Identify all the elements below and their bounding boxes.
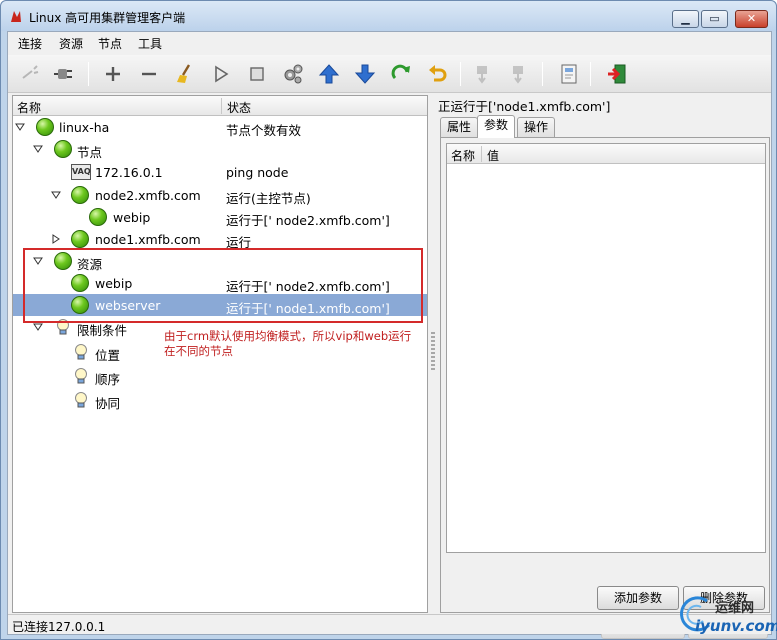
status-ok-icon <box>89 208 107 226</box>
param-name-column[interactable]: 名称 <box>451 147 475 164</box>
lightbulb-icon <box>75 392 87 408</box>
tab-bar: 属性 参数 操作 <box>440 115 770 138</box>
expand-arrow-icon[interactable] <box>51 234 61 244</box>
tree-item-label: node1.xmfb.com <box>95 232 201 247</box>
tree-row-nodes[interactable]: 节点 <box>13 138 427 160</box>
tree-item-label: 172.16.0.1 <box>95 165 163 180</box>
tree-item-status: 运行(主控节点) <box>226 191 311 206</box>
running-on-label: 正运行于['node1.xmfb.com'] <box>438 99 611 114</box>
ping-node-icon: VAQ <box>71 164 91 180</box>
move-down-icon[interactable] <box>352 61 378 87</box>
parameters-panel: 名称 值 添加参数 删除参数 <box>440 137 770 613</box>
tab-operations[interactable]: 操作 <box>517 117 556 137</box>
tree-row-node1[interactable]: node1.xmfb.com 运行 <box>13 228 427 250</box>
lightbulb-icon <box>75 344 87 360</box>
column-status-header[interactable]: 状态 <box>227 99 251 116</box>
maximize-icon: ▭ <box>709 12 720 25</box>
close-button[interactable]: ✕ <box>735 10 768 28</box>
refresh-icon[interactable] <box>388 61 414 87</box>
tree-row-colocation[interactable]: 协同 <box>13 389 427 411</box>
tree-item-label: linux-ha <box>59 120 110 135</box>
collapse-arrow-icon[interactable] <box>33 322 43 332</box>
standby-icon[interactable] <box>470 61 496 87</box>
lightbulb-icon <box>75 368 87 384</box>
collapse-arrow-icon[interactable] <box>15 122 25 132</box>
tree-item-label: 节点 <box>77 145 103 160</box>
tree-item-label: 顺序 <box>95 372 121 387</box>
tree-item-label: 位置 <box>95 348 121 363</box>
window-title: Linux 高可用集群管理客户端 <box>29 11 186 25</box>
tree-row-node2-webip[interactable]: webip 运行于[' node2.xmfb.com'] <box>13 206 427 228</box>
close-icon: ✕ <box>746 12 757 25</box>
tab-parameters[interactable]: 参数 <box>477 115 516 138</box>
collapse-arrow-icon[interactable] <box>51 190 61 200</box>
watermark-domain: iyunv.com <box>695 617 777 635</box>
tree-item-status: 运行于[' node2.xmfb.com'] <box>226 213 390 228</box>
tree-item-status: 节点个数有效 <box>226 123 302 138</box>
status-ok-icon <box>36 118 54 136</box>
menu-bar: 连接 资源 节点 工具 <box>8 32 771 54</box>
column-name-header[interactable]: 名称 <box>17 99 41 116</box>
tree-item-label: 协同 <box>95 396 121 411</box>
exit-icon[interactable] <box>604 61 630 87</box>
app-window: Linux 高可用集群管理客户端 ▁ ▭ ✕ 连接 资源 节点 工具 名称 状态… <box>0 0 777 640</box>
param-value-column[interactable]: 值 <box>487 147 499 164</box>
menu-resources[interactable]: 资源 <box>59 35 83 52</box>
annotation-line-1: 由于crm默认使用均衡模式，所以vip和web运行 <box>164 329 412 343</box>
start-icon[interactable] <box>208 61 234 87</box>
tree-item-label: node2.xmfb.com <box>95 188 201 203</box>
menu-nodes[interactable]: 节点 <box>98 35 122 52</box>
connection-status: 已连接127.0.0.1 <box>12 620 106 634</box>
view-xml-icon[interactable] <box>556 61 582 87</box>
tree-row-order[interactable]: 顺序 <box>13 365 427 387</box>
title-bar[interactable]: Linux 高可用集群管理客户端 ▁ ▭ ✕ <box>1 1 776 31</box>
status-ok-icon <box>71 230 89 248</box>
parameters-table-header: 名称 值 <box>447 144 765 164</box>
remove-icon[interactable] <box>136 61 162 87</box>
highlight-box <box>23 248 423 323</box>
app-logo-icon <box>11 11 21 22</box>
toolbar <box>8 55 771 93</box>
status-ok-icon <box>54 140 72 158</box>
tree-item-status: ping node <box>226 165 289 180</box>
add-icon[interactable] <box>100 61 126 87</box>
collapse-arrow-icon[interactable] <box>33 144 43 154</box>
active-icon[interactable] <box>506 61 532 87</box>
cleanup-broom-icon[interactable] <box>172 61 198 87</box>
settings-gears-icon[interactable] <box>280 61 306 87</box>
minimize-button[interactable]: ▁ <box>672 10 699 28</box>
add-parameter-button[interactable]: 添加参数 <box>597 586 679 610</box>
tab-properties[interactable]: 属性 <box>440 117 479 137</box>
status-bar: 已连接127.0.0.1 <box>8 614 771 634</box>
tree-row-node2[interactable]: node2.xmfb.com 运行(主控节点) <box>13 184 427 206</box>
tree-row-ping-node[interactable]: VAQ 172.16.0.1 ping node <box>13 161 427 183</box>
tree-item-label: webip <box>113 210 151 225</box>
undo-icon[interactable] <box>424 61 450 87</box>
disconnect-icon[interactable] <box>18 61 44 87</box>
parameters-table[interactable]: 名称 值 <box>446 143 766 553</box>
menu-tools[interactable]: 工具 <box>138 35 162 52</box>
stop-icon[interactable] <box>244 61 270 87</box>
connect-icon[interactable] <box>50 61 76 87</box>
status-ok-icon <box>71 186 89 204</box>
details-pane: 正运行于['node1.xmfb.com'] 属性 参数 操作 名称 值 添加参… <box>438 95 771 639</box>
annotation-line-2: 在不同的节点 <box>164 344 233 358</box>
annotation-note: 由于crm默认使用均衡模式，所以vip和web运行 在不同的节点 <box>164 329 424 359</box>
move-up-icon[interactable] <box>316 61 342 87</box>
site-watermark: 运维网 iyunv.com <box>677 593 777 639</box>
watermark-text: 运维网 <box>715 601 755 616</box>
tree-row-cluster[interactable]: linux-ha 节点个数有效 <box>13 116 427 138</box>
minimize-icon: ▁ <box>681 12 690 25</box>
pane-splitter[interactable] <box>431 332 435 372</box>
menu-connect[interactable]: 连接 <box>18 35 42 52</box>
maximize-button[interactable]: ▭ <box>701 10 728 28</box>
tree-header: 名称 状态 <box>13 96 427 116</box>
